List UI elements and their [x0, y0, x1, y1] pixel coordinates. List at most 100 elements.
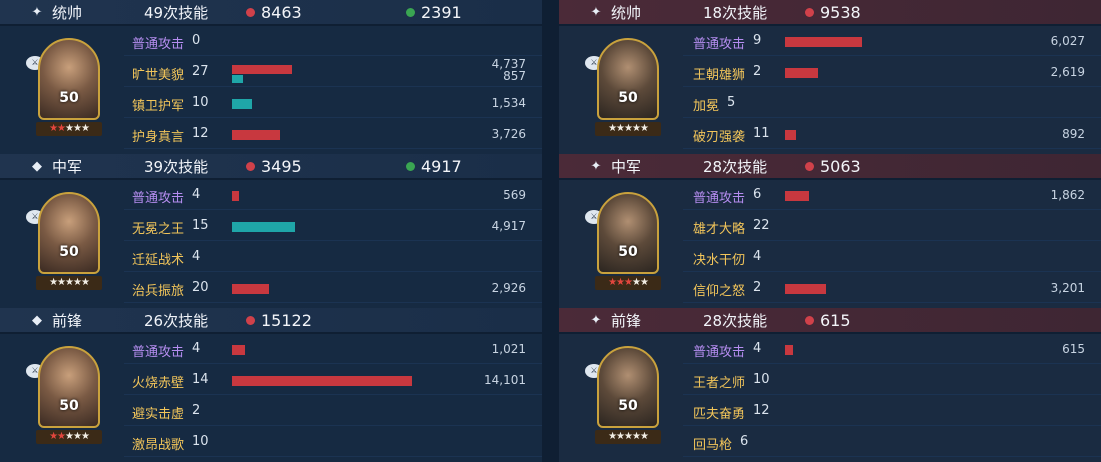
- damage-number: 2,926: [491, 281, 526, 295]
- heal-number: 4,917: [491, 219, 526, 233]
- star-icon: ★: [631, 123, 641, 134]
- damage-bar: [785, 191, 809, 201]
- skill-count: 11: [753, 126, 770, 141]
- heal-value: 4917: [421, 156, 462, 176]
- skill-list: 普通攻击 4 615 王者之师 10 匹夫奋勇 12 回马枪 6: [683, 334, 1101, 462]
- star-icon: ★: [49, 277, 58, 288]
- hero-portrait: [38, 38, 100, 120]
- hero-card[interactable]: ⚔ 50 ★★★★★: [567, 184, 683, 304]
- skill-bar-area: [785, 188, 1015, 204]
- ally-hero-panel: ◆ 中军 39次技能 3495 4917 ⚔ 50 ★★★★★ 普通攻击 4 569 无冕之王 15 4,…: [0, 154, 542, 308]
- star-rating: ★★★★★: [595, 276, 661, 290]
- skill-count: 4: [753, 249, 762, 264]
- star-icon: ★: [49, 123, 58, 134]
- hero-card[interactable]: ⚔ 50 ★★★★★: [8, 338, 124, 458]
- skill-count: 2: [753, 280, 762, 295]
- damage-value: 615: [820, 310, 851, 330]
- skill-count: 5: [727, 95, 736, 110]
- damage-bar: [785, 130, 796, 140]
- skill-cast-count: 26次技能: [144, 311, 209, 330]
- star-rating: ★★★★★: [595, 122, 661, 136]
- skill-row: 决水干仞 4: [683, 244, 1101, 272]
- skill-row: 信仰之怒 2 3,201: [683, 275, 1101, 303]
- panel-header: ◆ 前锋 26次技能 15122: [0, 308, 542, 332]
- star-icon: ★: [57, 277, 66, 288]
- skill-bar-area: [232, 188, 462, 204]
- damage-bar: [785, 345, 793, 355]
- skill-row: 避实击虚 2: [124, 398, 542, 426]
- star-rating: ★★★★★: [595, 430, 661, 444]
- role-label: 中军: [611, 157, 642, 176]
- skill-count: 10: [192, 434, 209, 449]
- hero-portrait: [597, 192, 659, 274]
- skill-bar-area: [785, 342, 1015, 358]
- skill-row: 王朝雄狮 2 2,619: [683, 59, 1101, 87]
- skill-cast-count: 28次技能: [703, 157, 768, 176]
- star-icon: ★: [608, 431, 617, 442]
- skill-bar-area: [785, 96, 1015, 112]
- damage-bar: [232, 191, 239, 201]
- hero-card[interactable]: ⚔ 50 ★★★★★: [8, 184, 124, 304]
- panel-header: ◆ 中军 39次技能 3495 4917: [0, 154, 542, 178]
- damage-total: 9538: [805, 3, 965, 22]
- skill-list: 普通攻击 4 569 无冕之王 15 4,917 迁延战术 4 治兵振旅 20 2,926: [124, 180, 542, 308]
- role-label: 中军: [52, 157, 83, 176]
- damage-total: 615: [805, 311, 965, 330]
- skill-row: 普通攻击 9 6,027: [683, 28, 1101, 56]
- heal-bar: [232, 99, 252, 109]
- skill-bar-area: [785, 34, 1015, 50]
- panel-body: ⚔ 50 ★★★★★ 普通攻击 4 1,021 火烧赤壁 14 14,101 避实击虚 2 激昂战歌 1…: [0, 334, 542, 462]
- skill-bar-area: [785, 435, 1015, 451]
- star-icon: ★: [65, 277, 74, 288]
- skill-name: 回马枪: [693, 438, 733, 453]
- star-icon: ★: [624, 277, 633, 288]
- hero-card[interactable]: ⚔ 50 ★★★★★: [567, 30, 683, 150]
- star-icon: ★: [631, 277, 641, 288]
- skill-bar-area: [232, 127, 462, 143]
- skill-row: 普通攻击 4 1,021: [124, 336, 542, 364]
- star-icon: ★: [80, 431, 90, 442]
- star-icon: ★: [616, 277, 625, 288]
- hero-card[interactable]: ⚔ 50 ★★★★★: [8, 30, 124, 150]
- damage-value: 5063: [820, 156, 861, 176]
- hero-level: 50: [618, 90, 638, 106]
- damage-number: 1,021: [491, 342, 526, 356]
- damage-value: 9538: [820, 2, 861, 22]
- heal-total: 4917: [406, 157, 462, 176]
- skill-count: 4: [192, 341, 201, 356]
- skill-name: 决水干仞: [693, 253, 746, 268]
- enemy-hero-panel: ✦ 统帅 18次技能 9538 ⚔ 50 ★★★★★ 普通攻击 9 6,027 王朝雄狮 2 2,619…: [559, 0, 1101, 154]
- hero-card[interactable]: ⚔ 50 ★★★★★: [567, 338, 683, 458]
- skill-count: 4: [753, 341, 762, 356]
- star-icon: ★: [49, 431, 58, 442]
- star-icon: ★: [65, 431, 74, 442]
- star-icon: ★: [631, 431, 641, 442]
- skill-row: 雄才大略 22: [683, 213, 1101, 241]
- skill-list: 普通攻击 4 1,021 火烧赤壁 14 14,101 避实击虚 2 激昂战歌 10: [124, 334, 542, 462]
- star-icon: ★: [57, 431, 66, 442]
- skill-list: 普通攻击 9 6,027 王朝雄狮 2 2,619 加冕 5 破刃强袭 11 892: [683, 26, 1101, 154]
- damage-number: 6,027: [1050, 34, 1085, 48]
- panel-header: ✦ 中军 28次技能 5063: [559, 154, 1101, 178]
- damage-bar: [785, 284, 826, 294]
- star-icon: ★: [616, 431, 625, 442]
- star-icon: ★: [65, 123, 74, 134]
- star-icon: ★: [639, 123, 649, 134]
- skill-bar-area: [785, 281, 1015, 297]
- skill-count: 6: [740, 434, 749, 449]
- damage-dot-icon: [805, 161, 814, 171]
- diamond-icon: ◆: [32, 312, 42, 328]
- star-icon: ★: [624, 123, 633, 134]
- damage-number: 615: [1062, 342, 1085, 356]
- damage-number: 14,101: [484, 373, 526, 387]
- star-icon: ✦: [31, 4, 43, 20]
- star-icon: ★: [639, 277, 649, 288]
- panel-body: ⚔ 50 ★★★★★ 普通攻击 9 6,027 王朝雄狮 2 2,619 加冕 5 破刃强袭 11 892: [559, 26, 1101, 154]
- skill-count: 12: [753, 403, 770, 418]
- skill-bar-area: [232, 404, 462, 420]
- damage-value: 3495: [261, 156, 302, 176]
- damage-bar: [232, 345, 245, 355]
- panel-header: ✦ 统帅 18次技能 9538: [559, 0, 1101, 24]
- skill-name: 激昂战歌: [132, 438, 185, 453]
- damage-total: 5063: [805, 157, 965, 176]
